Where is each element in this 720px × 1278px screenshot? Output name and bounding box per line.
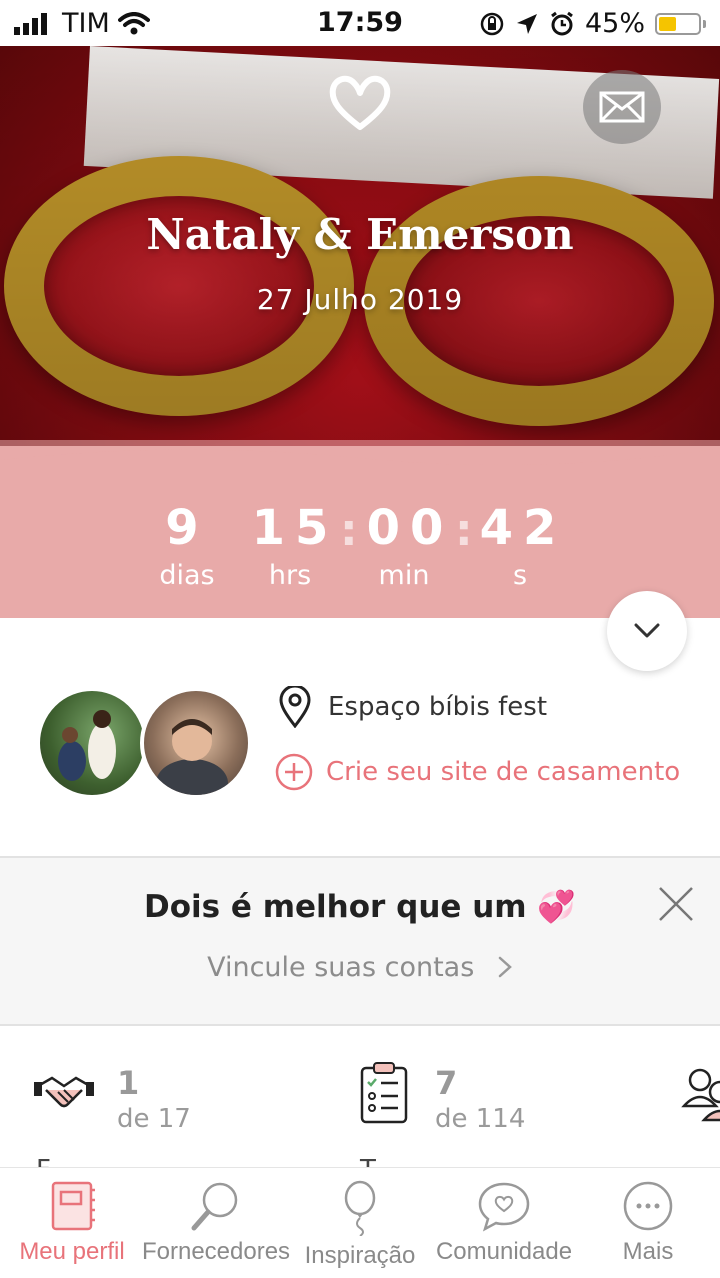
battery-icon xyxy=(655,12,701,35)
stat-label-fragment: T xyxy=(360,1155,376,1167)
heart-icon xyxy=(329,75,391,130)
countdown-minutes-label: min xyxy=(378,560,430,591)
tab-fornecedores[interactable]: Fornecedores xyxy=(142,1180,290,1266)
chat-heart-icon xyxy=(478,1182,530,1232)
tab-label: Mais xyxy=(622,1238,674,1265)
countdown-colon: : xyxy=(455,505,473,556)
location-pin-icon xyxy=(279,686,311,728)
couple-names: Nataly & Emerson xyxy=(146,210,574,259)
tab-label: Fornecedores xyxy=(141,1238,291,1265)
vendors-count: 1 xyxy=(117,1064,140,1102)
tab-label: Meu perfil xyxy=(19,1238,125,1265)
envelope-icon xyxy=(599,91,645,123)
tasks-count: 7 xyxy=(435,1064,458,1102)
countdown-days: 9 xyxy=(165,500,209,556)
tab-meu-perfil[interactable]: Meu perfil xyxy=(6,1180,138,1266)
message-button[interactable] xyxy=(583,70,661,144)
more-icon xyxy=(623,1181,673,1231)
create-site-link[interactable]: Crie seu site de casamento xyxy=(274,752,680,792)
location-arrow-icon xyxy=(516,13,537,34)
wedding-date: 27 Julho 2019 xyxy=(256,283,464,316)
chevron-right-icon xyxy=(498,956,512,978)
tab-label: Inspiração xyxy=(304,1242,416,1269)
add-circle-icon xyxy=(275,753,313,791)
expand-button[interactable] xyxy=(607,591,687,671)
tab-mais[interactable]: Mais xyxy=(582,1180,714,1266)
guests-icon xyxy=(681,1068,720,1122)
countdown-colon: : xyxy=(340,505,358,556)
countdown-seconds: 42 xyxy=(479,500,567,556)
avatar-groom-photo xyxy=(156,719,228,795)
close-icon[interactable] xyxy=(656,884,696,924)
link-accounts-label: Vincule suas contas xyxy=(207,952,475,983)
countdown-days-label: dias xyxy=(159,560,215,591)
tab-label: Comunidade xyxy=(435,1238,573,1265)
venue-name: Espaço bíbis fest xyxy=(328,692,548,722)
battery-tip xyxy=(703,19,706,28)
tab-comunidade[interactable]: Comunidade xyxy=(435,1180,573,1266)
balloon-icon xyxy=(344,1180,376,1236)
search-icon xyxy=(191,1182,238,1231)
rotation-lock-icon xyxy=(480,12,504,35)
avatar-bride[interactable] xyxy=(36,687,148,799)
countdown-hours-label: hrs xyxy=(268,560,312,591)
link-accounts-button[interactable]: Vincule suas contas xyxy=(0,952,720,983)
link-accounts-banner xyxy=(0,856,720,1026)
avatar-groom[interactable] xyxy=(140,687,252,799)
countdown-seconds-label: s xyxy=(512,560,528,591)
vendors-total: de 17 xyxy=(117,1104,191,1134)
chevron-down-icon xyxy=(634,623,660,638)
tab-inspiracao[interactable]: Inspiração xyxy=(294,1180,426,1270)
countdown-minutes: 00 xyxy=(366,500,454,556)
banner-title: Dois é melhor que um 💞 xyxy=(144,889,576,925)
alarm-icon xyxy=(551,11,573,35)
venue-row[interactable]: Espaço bíbis fest xyxy=(278,686,547,728)
handshake-icon xyxy=(34,1076,94,1108)
create-site-label: Crie seu site de casamento xyxy=(326,757,681,787)
tasks-total: de 114 xyxy=(435,1104,526,1134)
status-right: 45% xyxy=(479,8,706,39)
stats-labels-clipped: F T xyxy=(0,1155,720,1167)
countdown-hours: 15 xyxy=(251,500,339,556)
battery-percent: 45% xyxy=(584,8,645,39)
notebook-icon xyxy=(51,1181,95,1231)
checklist-icon xyxy=(360,1062,408,1124)
avatar-bride-photo xyxy=(58,710,116,781)
battery-level xyxy=(659,16,676,31)
countdown-wave xyxy=(0,440,720,500)
stat-label-fragment: F xyxy=(36,1155,51,1167)
